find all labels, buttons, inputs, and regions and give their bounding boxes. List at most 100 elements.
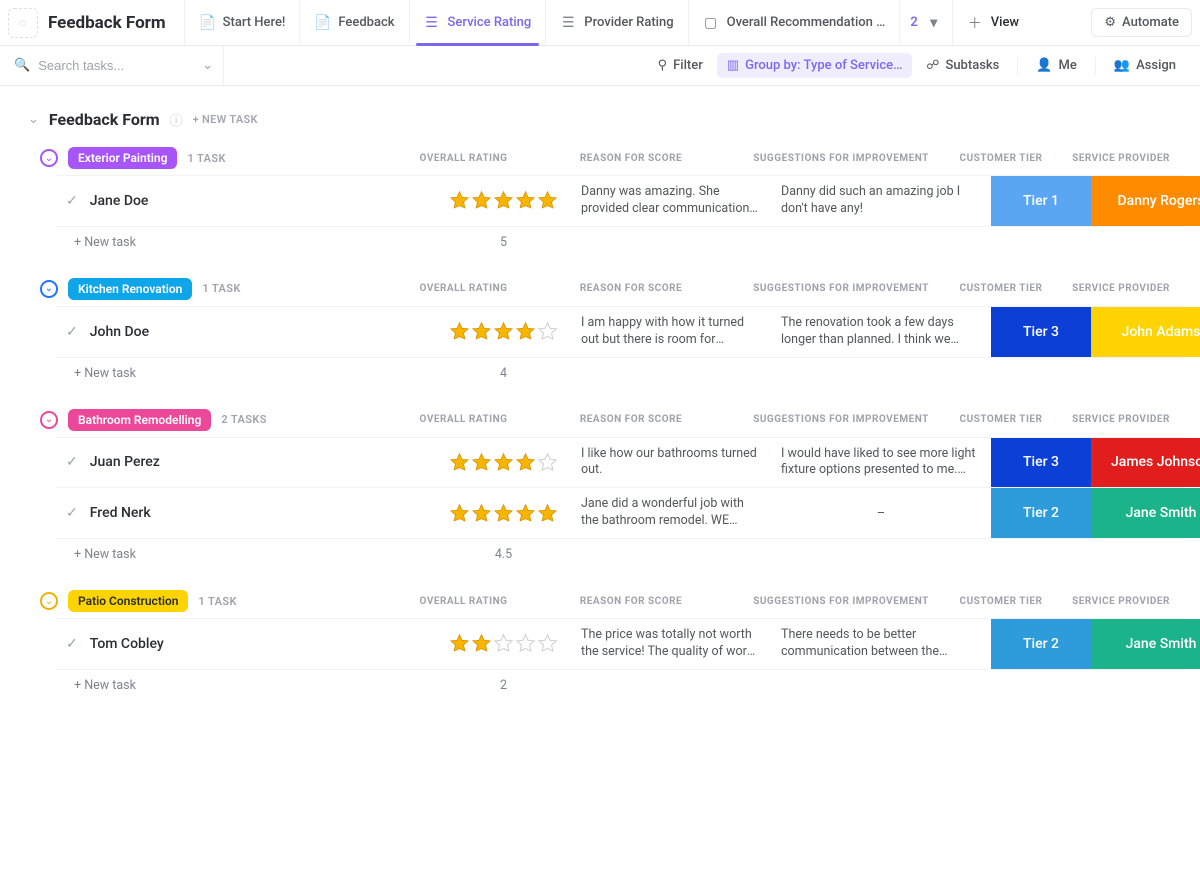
tab-label: Provider Rating xyxy=(584,15,673,30)
table-row[interactable]: ✓Tom CobleyThe price was totally not wor… xyxy=(56,618,1184,670)
filter-icon: ⚲ xyxy=(658,58,668,73)
tier-cell[interactable]: Tier 2 xyxy=(991,619,1091,669)
check-icon[interactable]: ✓ xyxy=(66,505,78,521)
check-icon[interactable]: ✓ xyxy=(66,193,78,209)
provider-cell[interactable]: John Adams xyxy=(1091,307,1200,357)
filter-button[interactable]: ⚲ Filter xyxy=(648,53,713,78)
suggest-cell[interactable]: The renovation took a few days longer th… xyxy=(771,307,991,357)
suggest-cell[interactable]: – xyxy=(771,488,991,538)
group-chip[interactable]: Kitchen Renovation xyxy=(68,278,192,300)
group-chip[interactable]: Bathroom Remodelling xyxy=(68,409,211,431)
star-filled-icon xyxy=(493,503,514,524)
reason-cell[interactable]: I like how our bathrooms turned out. xyxy=(571,438,771,488)
robot-icon: ⚙ xyxy=(1104,15,1116,30)
check-icon[interactable]: ✓ xyxy=(66,324,78,340)
star-rating xyxy=(449,190,558,211)
new-task-button[interactable]: + New task xyxy=(56,366,436,381)
table-row[interactable]: ✓Jane DoeDanny was amazing. She provided… xyxy=(56,175,1184,227)
tier-cell[interactable]: Tier 1 xyxy=(991,176,1091,226)
subtasks-button[interactable]: ☍ Subtasks xyxy=(916,53,1009,78)
provider-cell[interactable]: Jane Smith xyxy=(1091,619,1200,669)
rating-cell[interactable] xyxy=(436,438,571,488)
board-header: ⌄ Feedback Form ⓘ + NEW TASK xyxy=(28,110,1184,129)
col-suggest: SUGGESTIONS FOR IMPROVEMENT xyxy=(731,153,951,164)
new-task-button[interactable]: + New task xyxy=(56,235,436,250)
plus-icon: ＋ xyxy=(967,13,983,33)
star-rating xyxy=(449,452,558,473)
tab-label: Overall Recommendation … xyxy=(727,15,886,30)
tab-add-view[interactable]: ＋ View xyxy=(952,0,1033,45)
rating-cell[interactable] xyxy=(436,307,571,357)
group-chip[interactable]: Patio Construction xyxy=(68,590,188,612)
automate-button[interactable]: ⚙ Automate xyxy=(1091,8,1192,37)
app-logo: ◌ xyxy=(8,8,38,38)
search-input[interactable] xyxy=(38,58,178,73)
group-rating-average: 2 xyxy=(500,678,507,693)
col-provider: SERVICE PROVIDER xyxy=(1051,153,1191,164)
col-tier: CUSTOMER TIER xyxy=(951,283,1051,294)
new-task-button[interactable]: + New task xyxy=(56,547,436,562)
check-icon[interactable]: ✓ xyxy=(66,454,78,470)
task-name-cell: ✓John Doe xyxy=(56,307,436,357)
suggest-cell[interactable]: There needs to be better communication b… xyxy=(771,619,991,669)
app-title: Feedback Form xyxy=(48,13,166,33)
star-filled-icon xyxy=(471,633,492,654)
tab-overall-recommendation[interactable]: ▢ Overall Recommendation … xyxy=(688,0,900,45)
group-collapse-toggle[interactable]: ⌄ xyxy=(40,149,58,167)
provider-cell[interactable]: Danny Rogers xyxy=(1091,176,1200,226)
groupby-button[interactable]: ▥ Group by: Type of Service… xyxy=(717,53,912,78)
star-filled-icon xyxy=(449,190,470,211)
reason-cell[interactable]: I am happy with how it turned out but th… xyxy=(571,307,771,357)
rating-cell[interactable] xyxy=(436,488,571,538)
star-filled-icon xyxy=(515,190,536,211)
tabs-more[interactable]: 2 ▾ xyxy=(899,0,951,45)
star-filled-icon xyxy=(449,633,470,654)
table-row[interactable]: ✓John Doe I am happy with how it turned o… xyxy=(56,306,1184,358)
col-tier: CUSTOMER TIER xyxy=(951,414,1051,425)
group-exterior: ⌄Exterior Painting1 TASKOVERALL RATINGRE… xyxy=(16,147,1184,250)
group-collapse-toggle[interactable]: ⌄ xyxy=(40,592,58,610)
reason-cell[interactable]: Danny was amazing. She provided clear co… xyxy=(571,176,771,226)
star-rating xyxy=(449,633,558,654)
star-empty-icon xyxy=(537,452,558,473)
col-reason: REASON FOR SCORE xyxy=(531,153,731,164)
table-row[interactable]: ✓Juan Perez I like how our bathrooms turn… xyxy=(56,437,1184,489)
group-header: ⌄Kitchen Renovation1 TASKOVERALL RATINGR… xyxy=(16,278,1184,306)
rating-cell[interactable] xyxy=(436,619,571,669)
tier-cell[interactable]: Tier 3 xyxy=(991,438,1091,488)
tier-cell[interactable]: Tier 2 xyxy=(991,488,1091,538)
tab-service-rating[interactable]: ☰ Service Rating xyxy=(409,0,546,45)
table-row[interactable]: ✓Fred NerkJane did a wonderful job with … xyxy=(56,488,1184,539)
assignee-button[interactable]: 👥 Assign xyxy=(1104,53,1186,78)
group-collapse-toggle[interactable]: ⌄ xyxy=(40,411,58,429)
subtask-icon: ☍ xyxy=(926,58,939,73)
suggest-cell[interactable]: Danny did such an amazing job I don't ha… xyxy=(771,176,991,226)
collapse-icon[interactable]: ⌄ xyxy=(28,112,39,127)
tab-provider-rating[interactable]: ☰ Provider Rating xyxy=(545,0,687,45)
provider-cell[interactable]: Jane Smith xyxy=(1091,488,1200,538)
new-task-button[interactable]: + New task xyxy=(56,678,436,693)
search-icon: 🔍 xyxy=(14,58,30,73)
check-icon[interactable]: ✓ xyxy=(66,636,78,652)
group-collapse-toggle[interactable]: ⌄ xyxy=(40,280,58,298)
star-filled-icon xyxy=(493,452,514,473)
suggest-cell[interactable]: I would have liked to see more light fix… xyxy=(771,438,991,488)
assignee-label: Assign xyxy=(1136,58,1176,73)
doc-icon: 📄 xyxy=(199,15,215,31)
group-chip[interactable]: Exterior Painting xyxy=(68,147,177,169)
task-name-cell: ✓Juan Perez xyxy=(56,438,436,488)
reason-cell[interactable]: Jane did a wonderful job with the bathro… xyxy=(571,488,771,538)
chevron-down-icon[interactable]: ⌄ xyxy=(202,58,213,73)
col-provider: SERVICE PROVIDER xyxy=(1051,596,1191,607)
new-task-header-button[interactable]: + NEW TASK xyxy=(193,113,258,126)
rating-cell[interactable] xyxy=(436,176,571,226)
me-filter-button[interactable]: 👤 Me xyxy=(1026,53,1087,78)
provider-cell[interactable]: James Johnson xyxy=(1091,438,1200,488)
info-icon[interactable]: ⓘ xyxy=(170,110,183,129)
separator xyxy=(1017,57,1018,75)
tier-cell[interactable]: Tier 3 xyxy=(991,307,1091,357)
tab-feedback[interactable]: 📄 Feedback xyxy=(299,0,408,45)
list-icon: ☰ xyxy=(560,15,576,31)
reason-cell[interactable]: The price was totally not worth the serv… xyxy=(571,619,771,669)
tab-start-here[interactable]: 📄 Start Here! xyxy=(184,0,300,45)
